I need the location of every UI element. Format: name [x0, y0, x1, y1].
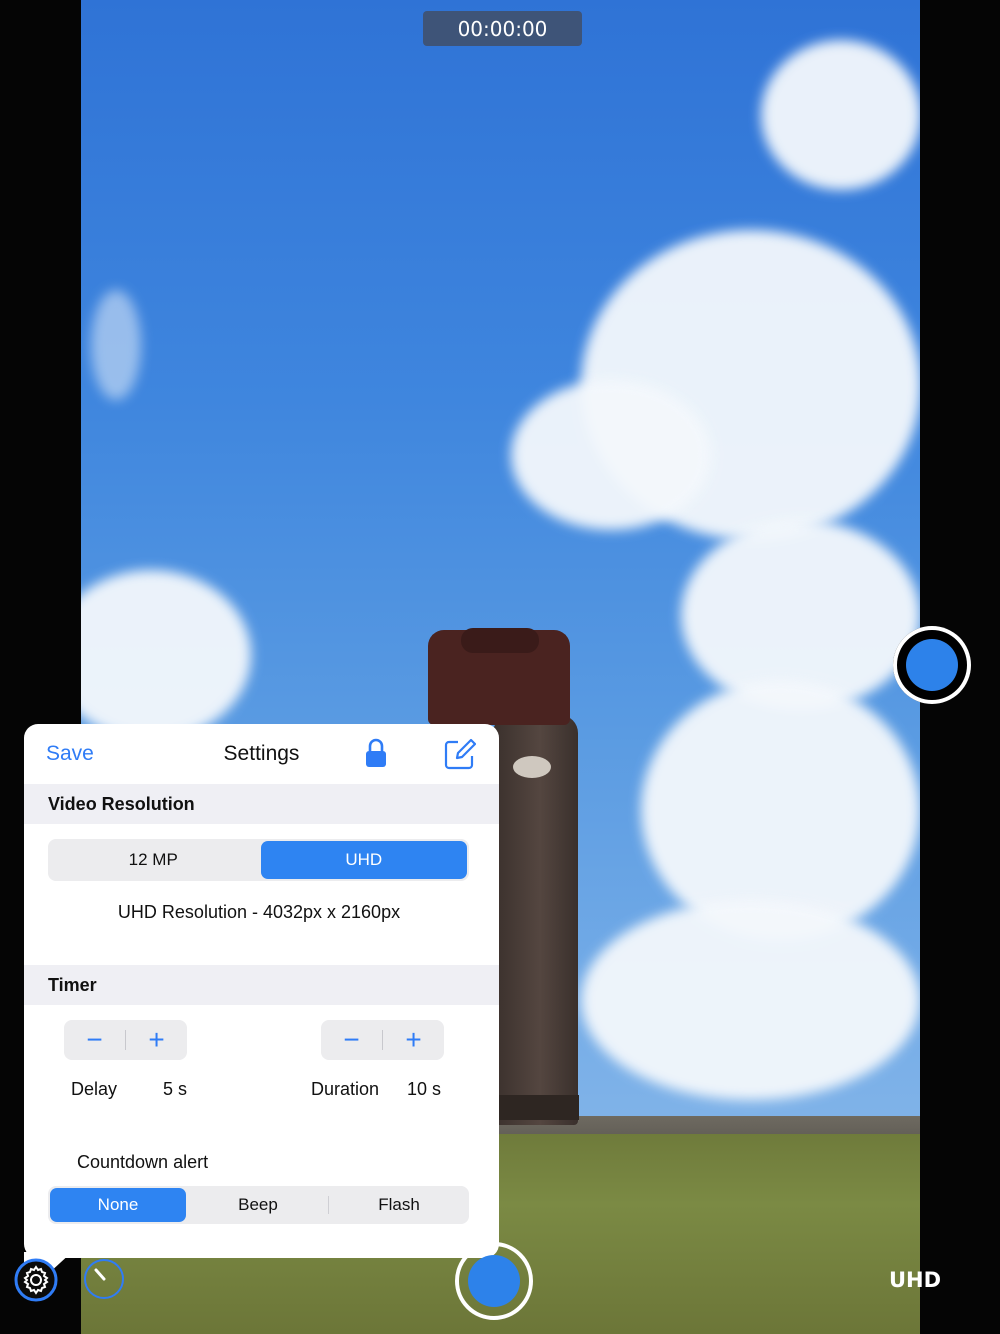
cloud: [91, 290, 141, 400]
cloud: [761, 40, 920, 190]
delay-increment-button[interactable]: +: [126, 1020, 187, 1060]
duration-value: 10 s: [407, 1079, 442, 1099]
side-shutter-button[interactable]: [893, 626, 971, 704]
timer-dial-icon[interactable]: [82, 1257, 126, 1301]
countdown-segmented-control[interactable]: None Beep Flash: [48, 1186, 469, 1224]
countdown-option-none[interactable]: None: [50, 1188, 186, 1222]
resolution-option-uhd[interactable]: UHD: [260, 841, 467, 879]
video-resolution-header: Video Resolution: [24, 784, 499, 824]
cloud: [581, 900, 920, 1100]
save-button[interactable]: Save: [46, 742, 94, 766]
gear-icon[interactable]: [14, 1258, 58, 1302]
resolution-segmented-control[interactable]: 12 MP UHD: [48, 839, 469, 881]
resolution-option-12mp[interactable]: 12 MP: [50, 841, 257, 879]
quality-badge: UHD: [889, 1268, 942, 1292]
shutter-button[interactable]: [455, 1242, 533, 1320]
delay-stepper[interactable]: − +: [64, 1020, 187, 1060]
cloud: [511, 380, 711, 530]
timer-header: Timer: [24, 965, 499, 1005]
shutter-dot: [468, 1255, 520, 1307]
popover-navbar: Save Settings: [24, 724, 499, 785]
recording-timer: 00:00:00: [423, 11, 582, 46]
delay-value: 5 s: [163, 1079, 188, 1099]
duration-label: Duration: [311, 1079, 380, 1099]
segment-divider: [328, 1196, 329, 1214]
countdown-option-beep[interactable]: Beep: [190, 1188, 326, 1222]
resolution-caption: UHD Resolution - 4032px x 2160px: [117, 902, 401, 922]
duration-increment-button[interactable]: +: [383, 1020, 444, 1060]
lock-icon[interactable]: [364, 738, 388, 768]
moai-base: [489, 1095, 579, 1120]
settings-popover: Save Settings Video Resolution 12 MP UHD…: [24, 724, 499, 1258]
shutter-dot: [906, 639, 958, 691]
moai-eye: [513, 756, 551, 778]
edit-icon[interactable]: [444, 738, 476, 770]
popover-title: Settings: [223, 742, 300, 765]
delay-label: Delay: [71, 1079, 118, 1099]
delay-decrement-button[interactable]: −: [64, 1020, 125, 1060]
countdown-option-flash[interactable]: Flash: [331, 1188, 467, 1222]
moai-topknot-crown: [461, 628, 539, 653]
duration-decrement-button[interactable]: −: [321, 1020, 382, 1060]
duration-stepper[interactable]: − +: [321, 1020, 444, 1060]
cloud: [81, 570, 251, 740]
countdown-alert-label: Countdown alert: [77, 1152, 209, 1172]
